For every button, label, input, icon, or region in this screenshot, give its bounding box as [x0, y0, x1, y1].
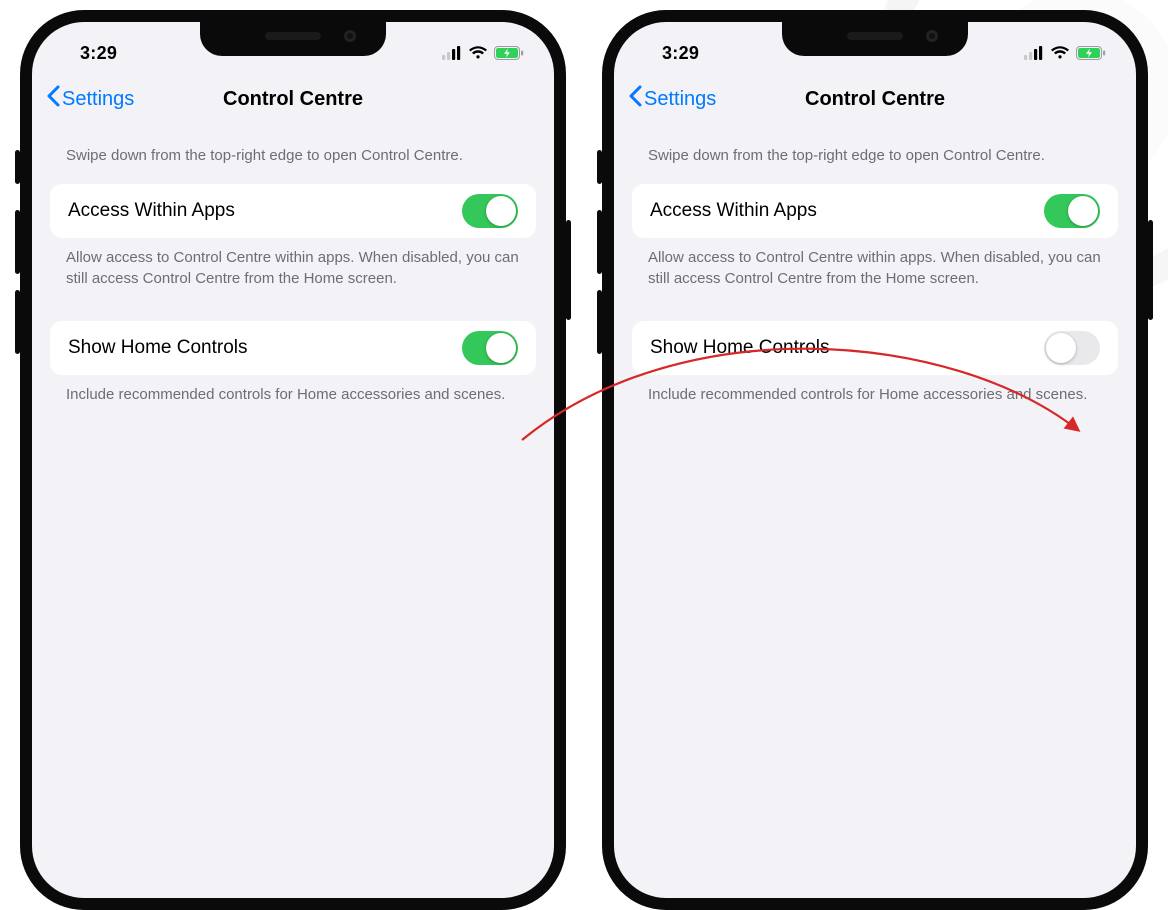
volume-down: [15, 290, 20, 354]
power-button: [566, 220, 571, 320]
back-label: Settings: [62, 88, 134, 111]
notch: [782, 22, 968, 56]
show-home-controls-row[interactable]: Show Home Controls: [50, 321, 536, 375]
battery-icon: [494, 46, 524, 60]
phone-right: 3:29 Set: [602, 10, 1148, 910]
section1-footer: Allow access to Control Centre within ap…: [50, 238, 536, 289]
status-right: [1024, 46, 1108, 60]
stage: 3:29 Set: [0, 0, 1168, 560]
back-button[interactable]: Settings: [46, 85, 134, 113]
show-home-controls-toggle[interactable]: [462, 331, 518, 365]
content: Swipe down from the top-right edge to op…: [32, 124, 554, 405]
status-time: 3:29: [60, 43, 117, 64]
cellular-icon: [442, 46, 462, 60]
volume-up: [15, 210, 20, 274]
cellular-icon: [1024, 46, 1044, 60]
back-button[interactable]: Settings: [628, 85, 716, 113]
show-home-controls-label: Show Home Controls: [68, 337, 248, 359]
wifi-icon: [1050, 46, 1070, 60]
section2-footer: Include recommended controls for Home ac…: [632, 375, 1118, 405]
volume-up: [597, 210, 602, 274]
volume-down: [597, 290, 602, 354]
section1-footer: Allow access to Control Centre within ap…: [632, 238, 1118, 289]
battery-icon: [1076, 46, 1106, 60]
phone-left: 3:29 Set: [20, 10, 566, 910]
wifi-icon: [468, 46, 488, 60]
toggle-knob: [1046, 333, 1076, 363]
power-button: [1148, 220, 1153, 320]
section2-footer: Include recommended controls for Home ac…: [50, 375, 536, 405]
show-home-controls-toggle[interactable]: [1044, 331, 1100, 365]
mute-switch: [597, 150, 602, 184]
show-home-controls-row[interactable]: Show Home Controls: [632, 321, 1118, 375]
toggle-knob: [486, 333, 516, 363]
nav-bar: Settings Control Centre: [614, 74, 1136, 124]
access-within-apps-toggle[interactable]: [462, 194, 518, 228]
toggle-knob: [486, 196, 516, 226]
back-label: Settings: [644, 88, 716, 111]
speaker: [847, 32, 903, 40]
access-within-apps-label: Access Within Apps: [650, 200, 817, 222]
mute-switch: [15, 150, 20, 184]
screen-right: 3:29 Set: [614, 22, 1136, 898]
speaker: [265, 32, 321, 40]
section1-desc: Swipe down from the top-right edge to op…: [632, 124, 1118, 178]
access-within-apps-row[interactable]: Access Within Apps: [50, 184, 536, 238]
status-time: 3:29: [642, 43, 699, 64]
access-within-apps-label: Access Within Apps: [68, 200, 235, 222]
show-home-controls-label: Show Home Controls: [650, 337, 830, 359]
nav-bar: Settings Control Centre: [32, 74, 554, 124]
access-within-apps-row[interactable]: Access Within Apps: [632, 184, 1118, 238]
notch: [200, 22, 386, 56]
front-camera: [344, 30, 356, 42]
access-within-apps-toggle[interactable]: [1044, 194, 1100, 228]
screen-left: 3:29 Set: [32, 22, 554, 898]
toggle-knob: [1068, 196, 1098, 226]
section1-desc: Swipe down from the top-right edge to op…: [50, 124, 536, 178]
status-right: [442, 46, 526, 60]
content: Swipe down from the top-right edge to op…: [614, 124, 1136, 405]
chevron-left-icon: [46, 85, 60, 113]
chevron-left-icon: [628, 85, 642, 113]
front-camera: [926, 30, 938, 42]
